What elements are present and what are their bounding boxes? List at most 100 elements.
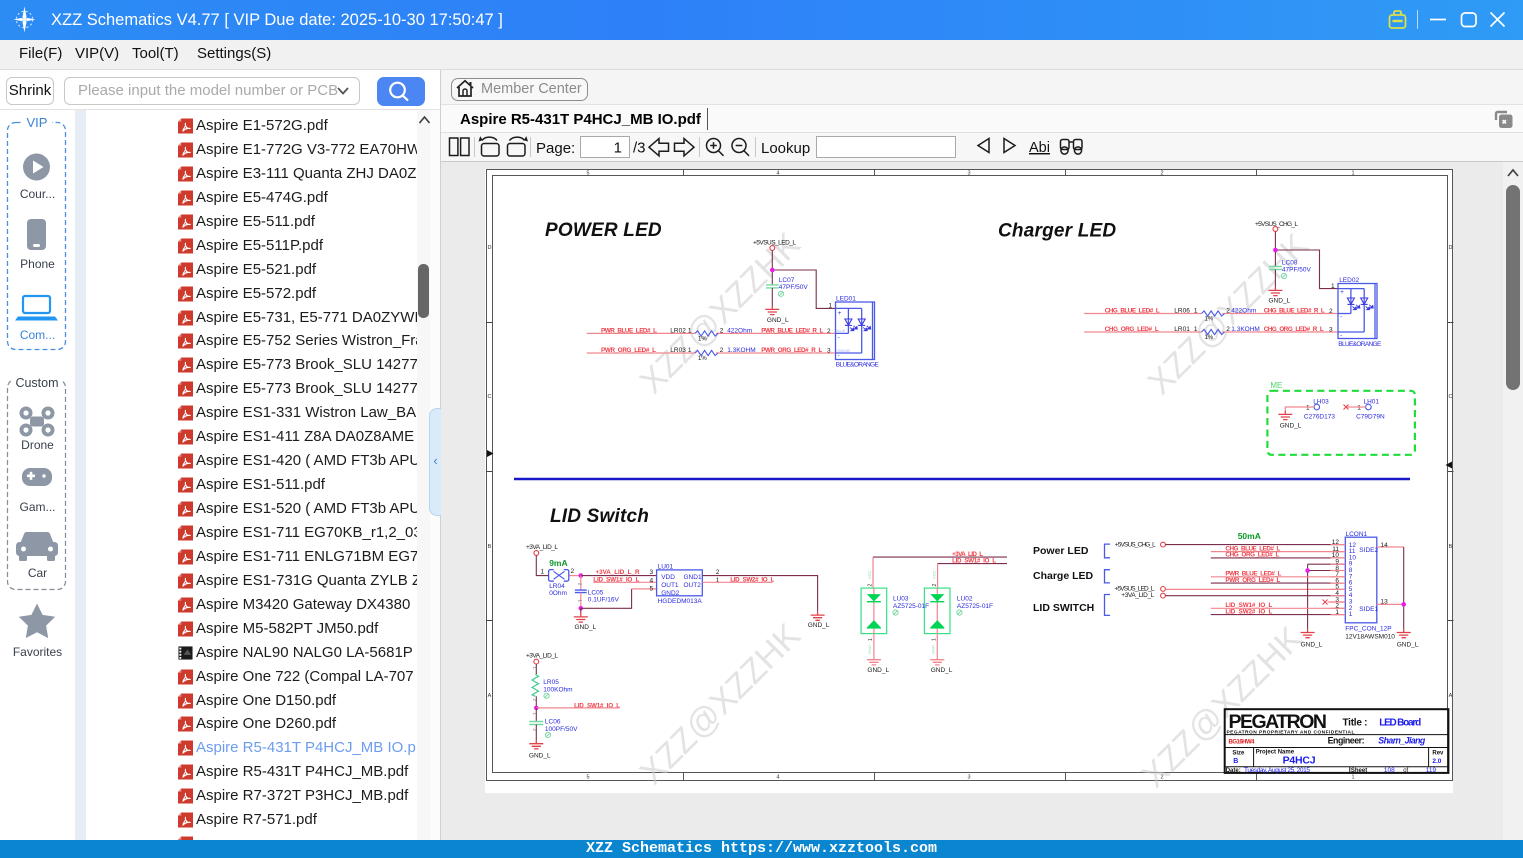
svg-text:SIDE2: SIDE2 xyxy=(1359,547,1378,554)
svg-text:OUT2: OUT2 xyxy=(684,582,702,589)
svg-text:1: 1 xyxy=(1331,283,1335,290)
svg-text:BLUE&ORANGE: BLUE&ORANGE xyxy=(836,362,880,369)
svg-text:LID_SW1#_IO_L: LID_SW1#_IO_L xyxy=(593,576,639,583)
svg-text:C276D173: C276D173 xyxy=(1304,413,1335,420)
svg-text:2: 2 xyxy=(1226,307,1230,314)
svg-text:Size: Size xyxy=(1232,751,1245,757)
svg-text:2: 2 xyxy=(1226,326,1230,333)
svg-text:+5VSUS_CHG_L: +5VSUS_CHG_L xyxy=(1115,541,1156,548)
svg-text:LU01: LU01 xyxy=(658,563,674,570)
svg-text:3: 3 xyxy=(1329,327,1333,334)
svg-text:1.3KOHM: 1.3KOHM xyxy=(727,347,756,354)
svg-text:A: A xyxy=(488,693,492,699)
svg-text:100PF/50V: 100PF/50V xyxy=(545,726,578,733)
svg-text:1: 1 xyxy=(541,568,545,575)
svg-text:100KOhm: 100KOhm xyxy=(543,686,572,693)
svg-text:PWR_ORG_LED#_R_L: PWR_ORG_LED#_R_L xyxy=(761,347,822,354)
svg-text:LC07: LC07 xyxy=(779,277,795,284)
svg-text:LED01: LED01 xyxy=(836,296,856,303)
svg-text:Sheet: Sheet xyxy=(1351,768,1367,774)
svg-text:3: 3 xyxy=(650,569,654,576)
svg-text:LED02: LED02 xyxy=(1339,277,1359,284)
svg-text:1%: 1% xyxy=(1205,335,1214,341)
svg-text:Charge LED: Charge LED xyxy=(1033,570,1094,582)
svg-text:LR04: LR04 xyxy=(549,583,565,590)
svg-text:GND: GND xyxy=(867,645,872,654)
svg-text:GND1: GND1 xyxy=(684,574,702,581)
svg-text:LR06: LR06 xyxy=(1174,307,1190,314)
svg-text:PWR_BLUE_LED#_L: PWR_BLUE_LED#_L xyxy=(601,327,657,334)
svg-text:108: 108 xyxy=(1384,767,1395,774)
svg-text:+3VA_LID_L: +3VA_LID_L xyxy=(526,544,558,551)
svg-text:LED Board: LED Board xyxy=(1379,718,1421,729)
svg-text:GND_L: GND_L xyxy=(808,622,830,629)
svg-text:LU02: LU02 xyxy=(957,596,973,603)
svg-text:1: 1 xyxy=(1306,404,1310,411)
svg-text:LR01: LR01 xyxy=(1174,326,1190,333)
svg-text:1: 1 xyxy=(868,638,874,641)
svg-text:POWER LED: POWER LED xyxy=(545,220,662,241)
svg-text:1: 1 xyxy=(829,303,833,310)
svg-text:LID SWITCH: LID SWITCH xyxy=(1033,602,1094,614)
svg-text:VCC: VCC xyxy=(932,570,937,579)
svg-text:C: C xyxy=(488,394,492,400)
svg-text:2: 2 xyxy=(720,327,724,334)
svg-text:1: 1 xyxy=(1357,404,1361,411)
svg-text:5: 5 xyxy=(650,586,654,593)
svg-text:GND_L: GND_L xyxy=(1280,422,1302,429)
svg-text:VIP: VIP xyxy=(27,115,48,130)
svg-text:2: 2 xyxy=(716,569,720,576)
svg-text:50mA: 50mA xyxy=(1238,531,1261,541)
svg-text:LC08: LC08 xyxy=(1282,259,1298,266)
svg-text:A: A xyxy=(1449,693,1453,699)
svg-text:1: 1 xyxy=(716,577,720,584)
svg-text:2: 2 xyxy=(868,584,874,587)
svg-text:GND_L: GND_L xyxy=(867,667,889,674)
svg-text:LR03: LR03 xyxy=(670,347,686,354)
svg-text:LC06: LC06 xyxy=(545,719,561,726)
svg-text:B: B xyxy=(1233,758,1238,765)
svg-text:1: 1 xyxy=(931,638,937,641)
svg-text:5: 5 xyxy=(586,775,589,781)
svg-text:ORANGE: ORANGE xyxy=(837,349,851,353)
svg-text:13: 13 xyxy=(1381,598,1389,605)
svg-text:P4HCJ: P4HCJ xyxy=(1283,755,1316,767)
svg-text:BLUE: BLUE xyxy=(837,329,845,333)
svg-text:GND_L: GND_L xyxy=(1269,298,1291,305)
svg-text:2: 2 xyxy=(1329,308,1333,315)
svg-text:+: + xyxy=(1340,289,1344,296)
svg-text:1: 1 xyxy=(614,140,622,157)
svg-text:Charger LED: Charger LED xyxy=(998,221,1116,242)
svg-text:Engineer:: Engineer: xyxy=(1328,735,1365,745)
svg-text:VDD: VDD xyxy=(661,574,675,581)
svg-text:GND_L: GND_L xyxy=(1397,642,1419,649)
svg-text:+3VA_LID_L: +3VA_LID_L xyxy=(526,653,558,660)
svg-text:1: 1 xyxy=(1351,171,1354,177)
svg-text:LID_SW1#_IO_L: LID_SW1#_IO_L xyxy=(952,557,996,564)
svg-text:AZ5725-01F: AZ5725-01F xyxy=(957,603,993,610)
svg-text:1%: 1% xyxy=(698,337,707,343)
svg-text:GND_L: GND_L xyxy=(575,624,597,631)
svg-text:CHG_ORG_LED#_L: CHG_ORG_LED#_L xyxy=(1105,326,1159,333)
svg-text:+5VSUS_LED_L: +5VSUS_LED_L xyxy=(753,240,796,247)
svg-text:LH01: LH01 xyxy=(1364,399,1380,406)
svg-text:0Ohm: 0Ohm xyxy=(549,590,567,597)
svg-text:B: B xyxy=(1449,544,1453,550)
svg-text:9mA: 9mA xyxy=(549,558,567,568)
svg-text:OUT1: OUT1 xyxy=(661,582,679,589)
svg-text:LID Switch: LID Switch xyxy=(550,506,649,527)
svg-text:47PF/50V: 47PF/50V xyxy=(1282,266,1312,273)
svg-text:SIDE1: SIDE1 xyxy=(1359,606,1378,613)
svg-text:47PF/50V: 47PF/50V xyxy=(779,284,809,291)
svg-text:3: 3 xyxy=(827,348,831,355)
svg-text:HGDEDM013A: HGDEDM013A xyxy=(658,598,703,605)
svg-text:LID_SW2#_IO_L: LID_SW2#_IO_L xyxy=(730,576,774,583)
svg-text:Custom: Custom xyxy=(15,376,58,390)
svg-text:2: 2 xyxy=(571,568,575,575)
svg-text:CHG_ORG_LED#_R_L: CHG_ORG_LED#_R_L xyxy=(1264,326,1324,333)
svg-text:14: 14 xyxy=(1381,542,1389,549)
svg-text:5: 5 xyxy=(586,171,589,177)
svg-text:Power LED: Power LED xyxy=(1033,545,1089,557)
svg-text:-: - xyxy=(838,353,840,360)
svg-text:1.3KOHM: 1.3KOHM xyxy=(1231,326,1260,333)
